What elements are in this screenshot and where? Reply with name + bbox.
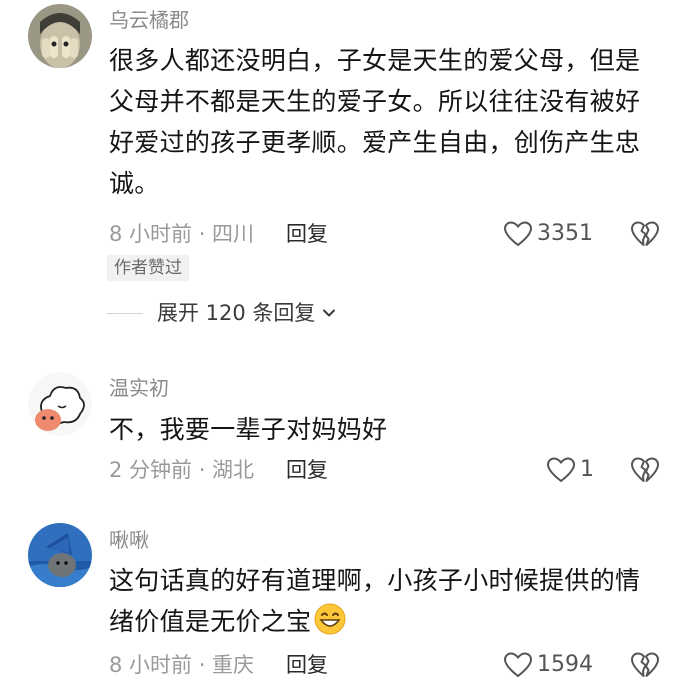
broken-heart-icon [631, 457, 659, 482]
comment-item: 温实初 不，我要一辈子对妈妈好 2 分钟前 · 湖北 回复 1 [0, 365, 690, 505]
time-location: 8 小时前 · 重庆 [109, 653, 255, 677]
avatar[interactable] [28, 523, 92, 587]
comment-text: 不，我要一辈子对妈妈好 [109, 409, 669, 450]
comment-line: 绪价值是无价之宝 [109, 601, 669, 642]
dislike-button[interactable] [630, 651, 660, 679]
comment-item: 啾啾 这句话真的好有道理啊，小孩子小时候提供的情 绪价值是无价之宝 8 小时前 … [0, 520, 690, 689]
reply-button[interactable]: 回复 [286, 456, 328, 484]
chevron-down-icon [323, 309, 336, 317]
avatar[interactable] [28, 372, 92, 436]
author-liked-badge: 作者赞过 [107, 255, 189, 281]
comment-line-text: 绪价值是无价之宝 [109, 607, 312, 636]
avatar[interactable] [28, 4, 92, 68]
like-count: 1594 [537, 652, 593, 677]
comment-line: 父母并不都是天生的爱子女。所以往往没有被好 [109, 87, 641, 116]
broken-heart-icon [631, 221, 659, 246]
time-location: 8 小时前 · 四川 [109, 222, 255, 246]
username[interactable]: 乌云橘郡 [109, 8, 189, 32]
heart-outline-icon [503, 221, 533, 247]
comment-line: 这句话真的好有道理啊，小孩子小时候提供的情 [109, 566, 641, 595]
divider [107, 312, 143, 314]
expand-replies-button[interactable]: 展开 120 条回复 [107, 298, 337, 328]
heart-outline-icon [546, 457, 576, 483]
reply-button[interactable]: 回复 [286, 220, 328, 248]
comment-line: 好爱过的孩子更孝顺。爱产生自由，创伤产生忠 [109, 128, 641, 157]
dislike-button[interactable] [630, 220, 660, 248]
comment-text: 这句话真的好有道理啊，小孩子小时候提供的情 绪价值是无价之宝 [109, 560, 669, 642]
like-button[interactable]: 1594 [503, 651, 593, 679]
reply-button[interactable]: 回复 [286, 651, 328, 679]
username[interactable]: 啾啾 [109, 528, 149, 552]
comment-line: 诚。 [109, 169, 160, 198]
broken-heart-icon [631, 652, 659, 677]
like-count: 3351 [537, 221, 593, 246]
username[interactable]: 温实初 [109, 376, 169, 400]
comment-item: 乌云橘郡 很多人都还没明白，子女是天生的爱父母，但是 父母并不都是天生的爱子女。… [0, 0, 690, 340]
comment-line: 很多人都还没明白，子女是天生的爱父母，但是 [109, 46, 641, 75]
like-button[interactable]: 1 [546, 456, 594, 484]
like-button[interactable]: 3351 [503, 220, 593, 248]
like-count: 1 [580, 457, 594, 482]
grinning-face-emoji [314, 603, 346, 635]
comment-text: 很多人都还没明白，子女是天生的爱父母，但是 父母并不都是天生的爱子女。所以往往没… [109, 40, 669, 204]
heart-outline-icon [503, 652, 533, 678]
expand-replies-label: 展开 120 条回复 [157, 301, 316, 325]
dislike-button[interactable] [630, 456, 660, 484]
comment-line: 不，我要一辈子对妈妈好 [109, 415, 388, 444]
time-location: 2 分钟前 · 湖北 [109, 458, 255, 482]
